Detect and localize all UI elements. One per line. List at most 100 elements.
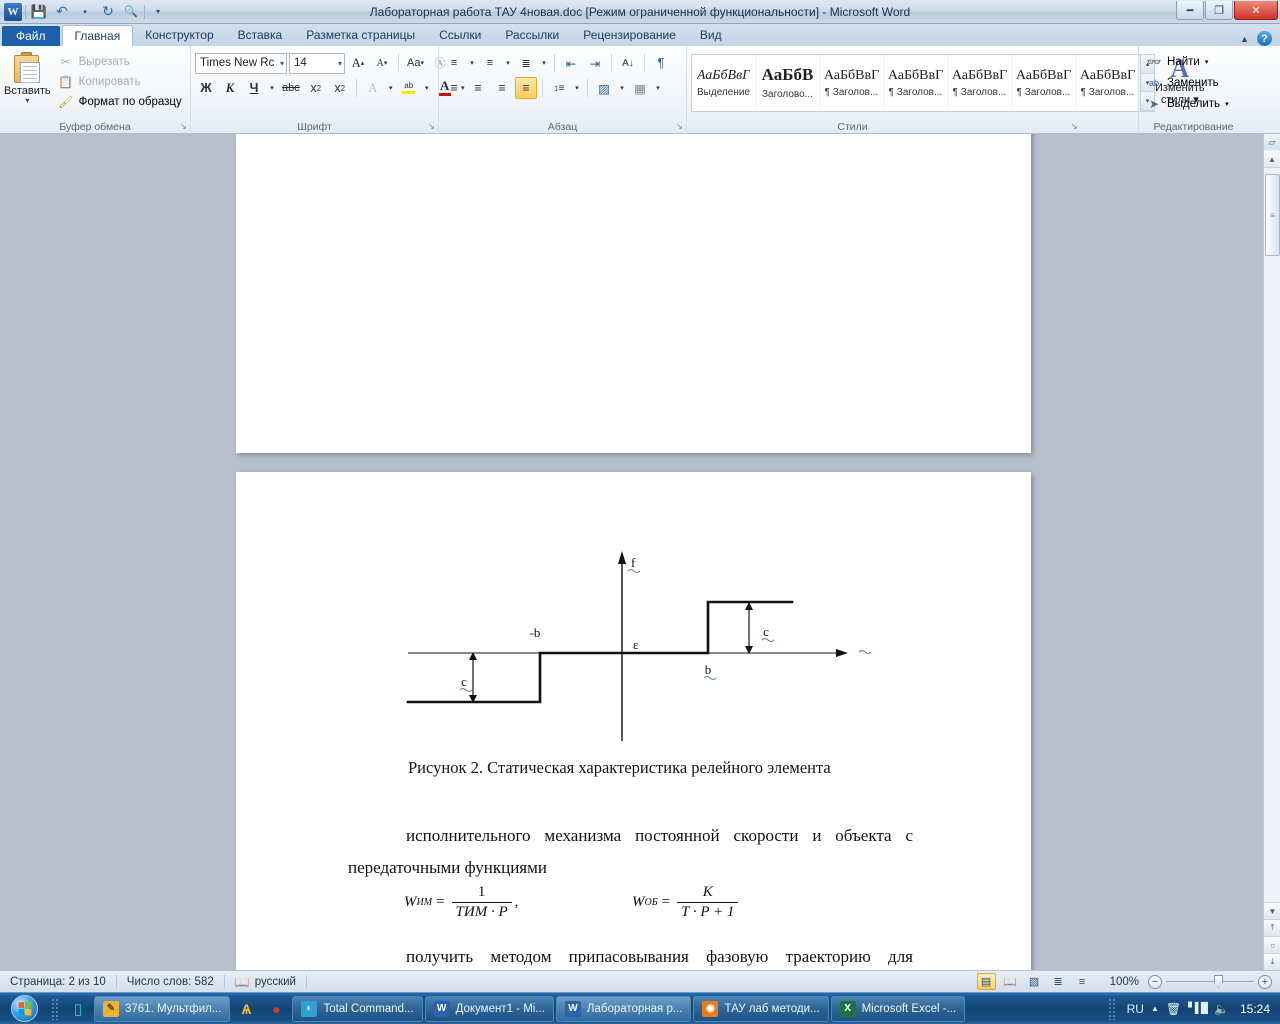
subscript-button[interactable]: x2: [305, 77, 327, 99]
full-screen-reading-view-button[interactable]: 📖: [1001, 973, 1020, 990]
style-item-5[interactable]: АаБбВвГ ¶ Заголов...: [1012, 55, 1076, 111]
print-layout-view-button[interactable]: ▤: [976, 973, 996, 990]
change-case-button[interactable]: Aa ▾: [404, 52, 427, 74]
clock[interactable]: 15:24: [1236, 1002, 1274, 1016]
strikethrough-button[interactable]: abc: [279, 77, 303, 99]
vertical-scrollbar[interactable]: ▲ ≡ ▼ ⤒ ○ ⤓: [1263, 134, 1280, 970]
tab-insert[interactable]: Вставка: [226, 25, 295, 46]
underline-button[interactable]: Ч: [243, 77, 265, 99]
find-dropdown-icon[interactable]: ▾: [1205, 58, 1209, 66]
redo-icon[interactable]: ↻: [98, 2, 118, 22]
align-left-button[interactable]: ≡: [443, 77, 465, 99]
select-browse-object-button[interactable]: ○: [1264, 936, 1280, 953]
select-dropdown-icon[interactable]: ▾: [1225, 100, 1229, 108]
scroll-down-button[interactable]: ▼: [1264, 902, 1280, 919]
zoom-level-label[interactable]: 100%: [1110, 976, 1139, 988]
grow-font-button[interactable]: A ▴: [347, 52, 369, 74]
scroll-up-button[interactable]: ▲: [1264, 151, 1280, 168]
tab-home[interactable]: Главная: [61, 25, 134, 46]
window-controls[interactable]: ━ ❐ ✕: [1176, 1, 1278, 20]
tab-page-layout[interactable]: Разметка страницы: [294, 25, 427, 46]
find-button[interactable]: 👓 Найти ▾: [1143, 53, 1211, 71]
tab-file[interactable]: Файл: [2, 26, 60, 46]
sort-button[interactable]: A↓: [617, 52, 639, 74]
numbering-dropdown-icon[interactable]: ▾: [503, 52, 513, 74]
taskbar-button-excel[interactable]: X Microsoft Excel -...: [830, 995, 966, 1022]
page-indicator[interactable]: Страница: 2 из 10: [0, 971, 116, 993]
borders-button[interactable]: ▦: [629, 77, 651, 99]
bold-button[interactable]: Ж: [195, 77, 217, 99]
borders-dropdown-icon[interactable]: ▾: [653, 77, 663, 99]
cut-button[interactable]: ✂ Вырезать: [55, 53, 185, 71]
app-icon-yellow[interactable]: Ѧ: [231, 995, 261, 1023]
style-item-4[interactable]: АаБбВвГ ¶ Заголов...: [948, 55, 1012, 111]
word-logo-icon[interactable]: W: [4, 2, 22, 21]
taskbar-button-lab-work[interactable]: W Лабораторная р...: [555, 995, 692, 1022]
zoom-in-button[interactable]: +: [1258, 974, 1272, 989]
italic-button[interactable]: К: [219, 77, 241, 99]
language-indicator[interactable]: 📖 русский: [225, 971, 306, 993]
bullets-button[interactable]: ≡: [443, 52, 465, 74]
decrease-indent-button[interactable]: ⇤: [560, 52, 582, 74]
underline-dropdown-icon[interactable]: ▾: [267, 77, 277, 99]
clipboard-dialog-launcher[interactable]: ↘: [179, 121, 187, 132]
collapse-ribbon-icon[interactable]: ▲: [1240, 34, 1249, 44]
style-item-0[interactable]: АаБбВвГ Выделение: [692, 55, 756, 111]
tray-grip[interactable]: [1107, 997, 1117, 1020]
zoom-out-button[interactable]: −: [1148, 974, 1162, 989]
document-page-1[interactable]: [236, 134, 1031, 453]
outline-view-button[interactable]: ≣: [1049, 973, 1068, 990]
paragraph-1[interactable]: исполнительного механизма постоянной ско…: [348, 820, 913, 884]
copy-button[interactable]: 📋 Копировать: [55, 73, 185, 91]
quick-access-toolbar[interactable]: W 💾 ↶ ▾ ↻ 🔍 ▾: [0, 1, 168, 23]
document-page-2[interactable]: ε f -b b c c Рисунок 2. Статическая хара…: [236, 472, 1031, 970]
close-button[interactable]: ✕: [1234, 1, 1278, 20]
paste-dropdown-icon[interactable]: ▾: [25, 97, 29, 105]
multilevel-dropdown-icon[interactable]: ▾: [539, 52, 549, 74]
minimize-button[interactable]: ━: [1176, 1, 1204, 20]
next-page-button[interactable]: ⤓: [1264, 953, 1280, 970]
undo-icon[interactable]: ↶: [52, 2, 72, 22]
tab-mailings[interactable]: Рассылки: [493, 25, 571, 46]
multilevel-list-button[interactable]: ≣: [515, 52, 537, 74]
network-icon[interactable]: ▘▌█: [1188, 1003, 1208, 1014]
split-window-icon[interactable]: ▱: [1263, 134, 1280, 150]
increase-indent-button[interactable]: ⇥: [584, 52, 606, 74]
line-spacing-dropdown-icon[interactable]: ▾: [572, 77, 582, 99]
align-center-button[interactable]: ≡: [467, 77, 489, 99]
styles-dialog-launcher[interactable]: ↘: [1070, 121, 1078, 132]
taskbar-button-document1[interactable]: W Документ1 - Mi...: [424, 995, 554, 1022]
taskbar-button-multifilm[interactable]: ✎ 3761. Мультфил...: [94, 995, 231, 1022]
font-name-combo[interactable]: Times New Rc ▾: [195, 52, 287, 74]
taskbar-button-total-commander[interactable]: ◐ Total Command...: [292, 995, 423, 1022]
style-item-1[interactable]: АаБбВ Заголово...: [756, 55, 820, 111]
restore-button[interactable]: ❐: [1205, 1, 1233, 20]
highlight-color-button[interactable]: ab: [398, 77, 420, 99]
highlight-dropdown-icon[interactable]: ▾: [422, 77, 432, 99]
print-preview-icon[interactable]: 🔍: [121, 2, 141, 22]
save-icon[interactable]: 💾: [29, 2, 49, 22]
paragraph-2[interactable]: получить методом припасовывания фазовую …: [348, 941, 913, 970]
styles-gallery[interactable]: АаБбВвГ Выделение АаБбВ Заголово... АаБб…: [691, 54, 1155, 112]
web-layout-view-button[interactable]: ▧: [1025, 973, 1044, 990]
action-center-icon[interactable]: 🗑: [1166, 1002, 1181, 1016]
bullets-dropdown-icon[interactable]: ▾: [467, 52, 477, 74]
numbering-button[interactable]: ≡: [479, 52, 501, 74]
previous-page-button[interactable]: ⤒: [1264, 919, 1280, 936]
style-item-6[interactable]: АаБбВвГ ¶ Заголов...: [1076, 55, 1140, 111]
scrollbar-thumb[interactable]: ≡: [1265, 174, 1280, 256]
document-canvas[interactable]: ε f -b b c c Рисунок 2. Статическая хара…: [0, 134, 1280, 970]
word-count[interactable]: Число слов: 582: [117, 971, 224, 993]
font-dialog-launcher[interactable]: ↘: [427, 121, 435, 132]
line-spacing-button[interactable]: ↕≡: [548, 77, 570, 99]
replace-button[interactable]: ab Заменить: [1143, 74, 1222, 92]
shading-dropdown-icon[interactable]: ▾: [617, 77, 627, 99]
format-painter-button[interactable]: 🖌 Формат по образцу: [55, 93, 185, 111]
style-item-3[interactable]: АаБбВвГ ¶ Заголов...: [884, 55, 948, 111]
shrink-font-button[interactable]: A ▾: [371, 52, 393, 74]
start-button[interactable]: [0, 994, 48, 1024]
superscript-button[interactable]: x2: [329, 77, 351, 99]
tab-view[interactable]: Вид: [688, 25, 734, 46]
zoom-slider-handle[interactable]: [1214, 975, 1223, 988]
show-formatting-marks-button[interactable]: ¶: [650, 52, 672, 74]
